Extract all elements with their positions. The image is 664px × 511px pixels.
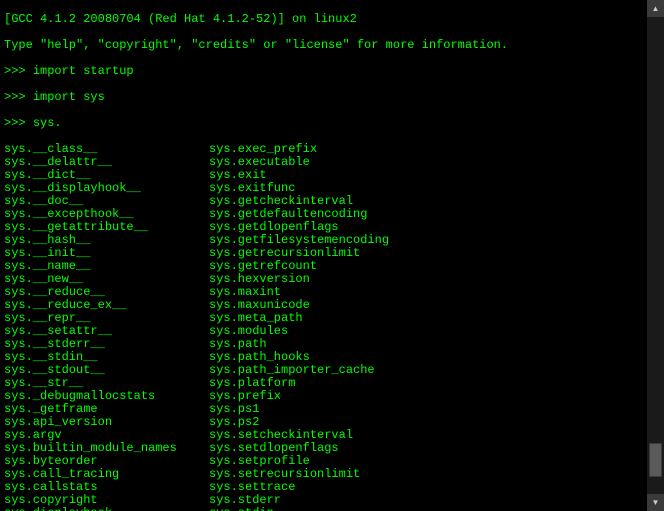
completion-row: sys.__reduce_ex__sys.maxunicode <box>4 299 651 312</box>
completion-row: sys.builtin_module_namessys.setdlopenfla… <box>4 442 651 455</box>
completion-row: sys._debugmallocstatssys.prefix <box>4 390 651 403</box>
prompt-line-3: >>> sys. <box>4 117 651 130</box>
scroll-thumb[interactable] <box>649 443 662 477</box>
terminal-output[interactable]: [GCC 4.1.2 20080704 (Red Hat 4.1.2-52)] … <box>0 0 655 511</box>
scroll-up-button[interactable]: ▲ <box>647 0 664 17</box>
completion-item: sys.stdin <box>209 507 274 511</box>
completion-row: sys.__delattr__sys.executable <box>4 156 651 169</box>
scroll-track[interactable] <box>647 17 664 494</box>
completion-row: sys.__name__sys.getrefcount <box>4 260 651 273</box>
banner-help: Type "help", "copyright", "credits" or "… <box>4 39 651 52</box>
completion-row: sys.callstatssys.settrace <box>4 481 651 494</box>
completion-list: sys.__class__sys.exec_prefixsys.__delatt… <box>4 143 651 511</box>
prompt-line-2: >>> import sys <box>4 91 651 104</box>
completion-item: sys.displayhook <box>4 507 209 511</box>
banner-gcc: [GCC 4.1.2 20080704 (Red Hat 4.1.2-52)] … <box>4 13 651 26</box>
completion-row: sys.displayhooksys.stdin <box>4 507 651 511</box>
completion-row: sys.__init__sys.getrecursionlimit <box>4 247 651 260</box>
scrollbar[interactable]: ▲ ▼ <box>647 0 664 511</box>
prompt-line-1: >>> import startup <box>4 65 651 78</box>
scroll-down-button[interactable]: ▼ <box>647 494 664 511</box>
completion-row: sys.call_tracingsys.setrecursionlimit <box>4 468 651 481</box>
completion-row: sys.__stdout__sys.path_importer_cache <box>4 364 651 377</box>
completion-row: sys.__stderr__sys.path <box>4 338 651 351</box>
